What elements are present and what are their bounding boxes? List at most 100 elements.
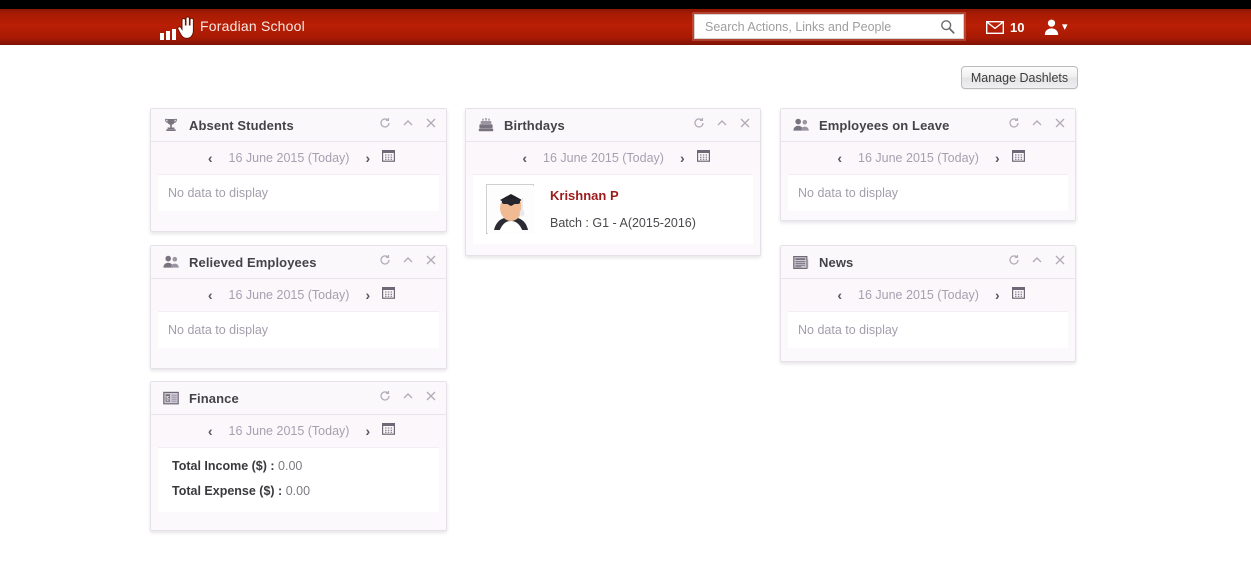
close-icon[interactable] <box>1054 117 1066 129</box>
dashlet-header: Relieved Employees <box>151 246 446 279</box>
search-icon[interactable] <box>940 19 955 34</box>
chevron-up-icon[interactable] <box>1031 254 1043 266</box>
chevron-up-icon[interactable] <box>1031 117 1043 129</box>
chevron-up-icon[interactable] <box>402 117 414 129</box>
calendar-icon[interactable] <box>382 422 396 440</box>
birthday-person-info: Krishnan P Batch : G1 - A(2015-2016) <box>550 188 696 230</box>
next-date-button[interactable]: › <box>989 288 1006 302</box>
date-label: 16 June 2015 (Today) <box>858 288 979 302</box>
dashlet-absent-students: Absent Students ‹ 16 June 2015 (Today) ›… <box>150 108 447 232</box>
close-icon[interactable] <box>1054 254 1066 266</box>
top-black-strip <box>0 0 1251 9</box>
chevron-up-icon[interactable] <box>402 390 414 402</box>
refresh-icon[interactable] <box>379 117 391 129</box>
refresh-icon[interactable] <box>379 390 391 402</box>
date-label: 16 June 2015 (Today) <box>228 288 350 302</box>
calendar-icon[interactable] <box>1011 286 1025 304</box>
prev-date-button[interactable]: ‹ <box>202 151 219 165</box>
cake-icon <box>477 116 495 134</box>
no-data-message: No data to display <box>798 323 899 337</box>
next-date-button[interactable]: › <box>359 151 376 165</box>
dashlet-title: Finance <box>189 390 239 406</box>
dashlet-controls <box>1008 254 1066 266</box>
date-navigator: ‹ 16 June 2015 (Today) › <box>151 142 446 174</box>
app-header: Foradian School 10 ▾ <box>0 9 1251 45</box>
prev-date-button[interactable]: ‹ <box>831 151 848 165</box>
dashlet-news: News ‹ 16 June 2015 (Today) › No data to… <box>780 245 1076 362</box>
dashlet-title: News <box>819 254 854 270</box>
dashlet-header: News <box>781 246 1075 279</box>
birthday-person-batch: Batch : G1 - A(2015-2016) <box>550 216 696 230</box>
dashlet-title: Employees on Leave <box>819 117 950 133</box>
manage-dashlets-button[interactable]: Manage Dashlets <box>961 66 1078 89</box>
dashlet-header: Birthdays <box>466 109 760 142</box>
hand-cursor-icon <box>177 16 194 39</box>
refresh-icon[interactable] <box>1008 254 1020 266</box>
envelope-icon <box>986 21 1004 34</box>
app-logo[interactable] <box>160 16 194 40</box>
people-icon <box>792 116 810 134</box>
next-date-button[interactable]: › <box>359 288 376 302</box>
user-menu[interactable]: ▾ <box>1044 19 1068 35</box>
date-label: 16 June 2015 (Today) <box>228 424 350 438</box>
chevron-up-icon[interactable] <box>402 254 414 266</box>
dashlet-title: Absent Students <box>189 117 294 133</box>
total-income-row: Total Income ($) : 0.00 <box>158 448 439 473</box>
search-input[interactable] <box>703 15 935 38</box>
calendar-icon[interactable] <box>696 149 710 167</box>
dashlet-controls <box>1008 117 1066 129</box>
calendar-icon[interactable] <box>1011 149 1025 167</box>
money-icon: $ <box>162 389 180 407</box>
refresh-icon[interactable] <box>1008 117 1020 129</box>
no-data-message: No data to display <box>168 186 269 200</box>
birthday-person-name[interactable]: Krishnan P <box>550 188 696 203</box>
prev-date-button[interactable]: ‹ <box>202 288 219 302</box>
total-income-value: 0.00 <box>278 459 303 473</box>
date-navigator: ‹ 16 June 2015 (Today) › <box>781 142 1075 174</box>
date-navigator: ‹ 16 June 2015 (Today) › <box>466 142 760 174</box>
date-label: 16 June 2015 (Today) <box>858 151 979 165</box>
dashlet-body: No data to display <box>788 311 1068 348</box>
dashlet-title: Relieved Employees <box>189 254 317 270</box>
message-count: 10 <box>1010 20 1025 35</box>
calendar-icon[interactable] <box>382 286 396 304</box>
dashlet-body: Total Income ($) : 0.00 Total Expense ($… <box>158 447 439 512</box>
dashlet-body: No data to display <box>158 174 439 211</box>
total-expense-label: Total Expense ($) : <box>172 484 283 498</box>
close-icon[interactable] <box>739 117 751 129</box>
dashlet-finance: $ Finance ‹ 16 June 2015 (Today) › Total… <box>150 381 447 531</box>
prev-date-button[interactable]: ‹ <box>516 151 533 165</box>
next-date-button[interactable]: › <box>674 151 691 165</box>
dashlet-controls <box>379 117 437 129</box>
refresh-icon[interactable] <box>693 117 705 129</box>
dashlet-relieved-employees: Relieved Employees ‹ 16 June 2015 (Today… <box>150 245 447 369</box>
dashlet-controls <box>379 254 437 266</box>
date-navigator: ‹ 16 June 2015 (Today) › <box>781 279 1075 311</box>
messages-button[interactable]: 10 <box>986 20 1024 35</box>
dashlet-employees-on-leave: Employees on Leave ‹ 16 June 2015 (Today… <box>780 108 1076 221</box>
total-income-label: Total Income ($) : <box>172 459 275 473</box>
list-item[interactable]: Krishnan P Batch : G1 - A(2015-2016) <box>473 175 753 244</box>
chevron-up-icon[interactable] <box>716 117 728 129</box>
prev-date-button[interactable]: ‹ <box>831 288 848 302</box>
next-date-button[interactable]: › <box>989 151 1006 165</box>
total-expense-row: Total Expense ($) : 0.00 <box>158 473 439 512</box>
no-data-message: No data to display <box>168 323 269 337</box>
close-icon[interactable] <box>425 390 437 402</box>
dashlet-header: Employees on Leave <box>781 109 1075 142</box>
close-icon[interactable] <box>425 117 437 129</box>
student-avatar <box>486 184 534 234</box>
dashlet-body: No data to display <box>788 174 1068 211</box>
dashlet-controls <box>693 117 751 129</box>
no-data-message: No data to display <box>798 186 899 200</box>
search-box[interactable] <box>694 14 964 39</box>
dashlet-header: Absent Students <box>151 109 446 142</box>
dashlet-controls <box>379 390 437 402</box>
prev-date-button[interactable]: ‹ <box>202 424 219 438</box>
next-date-button[interactable]: › <box>359 424 376 438</box>
calendar-icon[interactable] <box>382 149 396 167</box>
refresh-icon[interactable] <box>379 254 391 266</box>
close-icon[interactable] <box>425 254 437 266</box>
dashlet-body: Krishnan P Batch : G1 - A(2015-2016) <box>473 174 753 244</box>
people-icon <box>162 253 180 271</box>
